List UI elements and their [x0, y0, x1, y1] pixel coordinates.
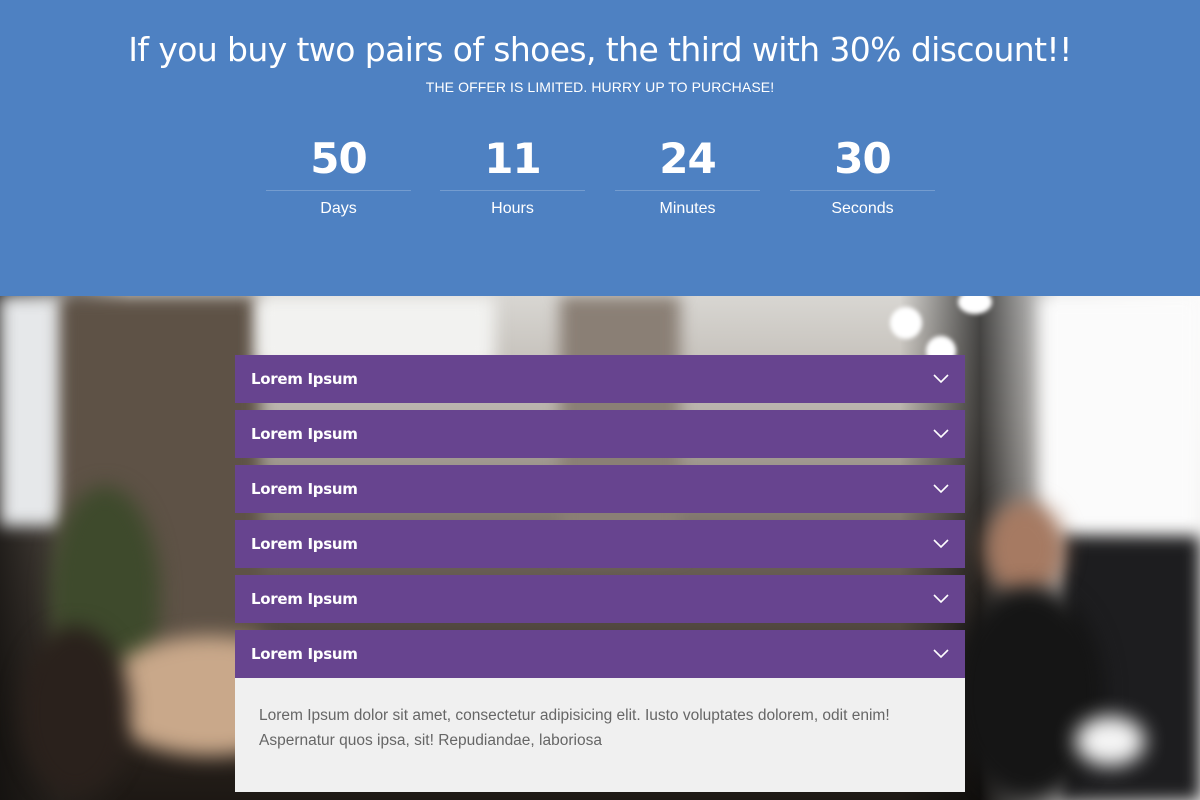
photo-window-right: [1040, 296, 1200, 536]
photo-chair: [20, 626, 130, 796]
accordion-title: Lorem Ipsum: [251, 480, 358, 498]
photo-light: [890, 307, 922, 339]
accordion-header[interactable]: Lorem Ipsum: [235, 575, 965, 623]
accordion-item: Lorem Ipsum: [235, 410, 965, 458]
accordion-title: Lorem Ipsum: [251, 425, 358, 443]
accordion-header[interactable]: Lorem Ipsum: [235, 520, 965, 568]
photo-person-body: [955, 586, 1105, 800]
accordion-item: Lorem Ipsum: [235, 355, 965, 403]
countdown-hours: 11 Hours: [440, 132, 585, 219]
countdown-minutes: 24 Minutes: [615, 132, 760, 219]
chevron-down-icon: [933, 374, 949, 384]
accordion-header[interactable]: Lorem Ipsum: [235, 630, 965, 678]
countdown-days: 50 Days: [266, 132, 411, 219]
chevron-down-icon: [933, 649, 949, 659]
promo-title: If you buy two pairs of shoes, the third…: [128, 30, 1072, 69]
photo-light: [958, 296, 992, 314]
accordion-title: Lorem Ipsum: [251, 535, 358, 553]
accordion-header[interactable]: Lorem Ipsum: [235, 410, 965, 458]
countdown-minutes-label: Minutes: [659, 200, 716, 217]
accordion-item: Lorem Ipsum: [235, 465, 965, 513]
accordion-title: Lorem Ipsum: [251, 645, 358, 663]
photo-cup: [1075, 716, 1145, 766]
promo-banner: If you buy two pairs of shoes, the third…: [0, 0, 1200, 296]
chevron-down-icon: [933, 594, 949, 604]
countdown-hours-label: Hours: [491, 200, 534, 217]
accordion-header[interactable]: Lorem Ipsum: [235, 355, 965, 403]
countdown-days-value: 50: [266, 132, 411, 191]
photo-person-head: [985, 501, 1065, 596]
accordion-header[interactable]: Lorem Ipsum: [235, 465, 965, 513]
countdown-seconds-label: Seconds: [831, 200, 894, 217]
accordion-title: Lorem Ipsum: [251, 590, 358, 608]
countdown-hours-value: 11: [440, 132, 585, 191]
accordion-item-expanded: Lorem Ipsum Lorem Ipsum dolor sit amet, …: [235, 630, 965, 792]
accordion-title: Lorem Ipsum: [251, 370, 358, 388]
countdown-timer: 50 Days 11 Hours 24 Minutes 30 Seconds: [0, 132, 1200, 232]
accordion-item: Lorem Ipsum: [235, 520, 965, 568]
promo-subtitle: THE OFFER IS LIMITED. HURRY UP TO PURCHA…: [425, 79, 775, 95]
countdown-seconds-value: 30: [790, 132, 935, 191]
countdown-minutes-value: 24: [615, 132, 760, 191]
chevron-down-icon: [933, 539, 949, 549]
chevron-down-icon: [933, 484, 949, 494]
faq-accordion: Lorem Ipsum Lorem Ipsum Lorem Ipsum Lore…: [235, 355, 965, 792]
countdown-seconds: 30 Seconds: [790, 132, 935, 219]
accordion-content: Lorem Ipsum dolor sit amet, consectetur …: [235, 678, 965, 792]
accordion-item: Lorem Ipsum: [235, 575, 965, 623]
chevron-down-icon: [933, 429, 949, 439]
countdown-days-label: Days: [320, 200, 357, 217]
